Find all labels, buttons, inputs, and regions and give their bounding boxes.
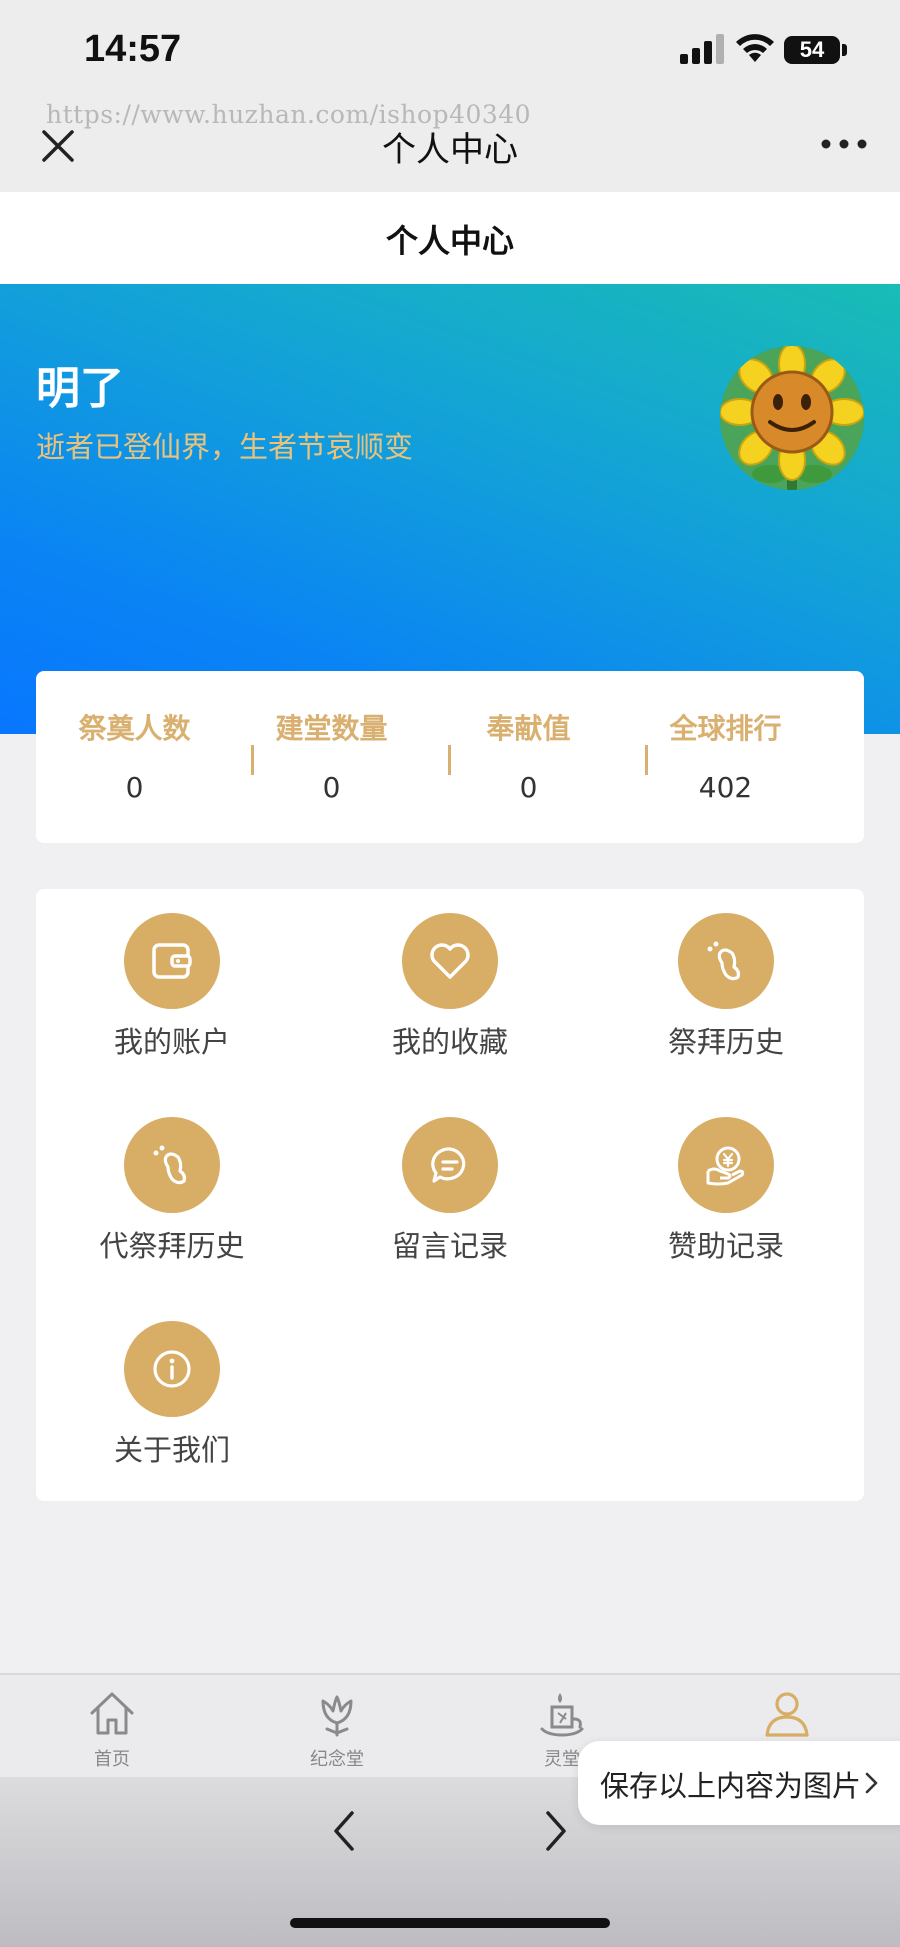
flower-icon xyxy=(321,1695,353,1737)
heart-icon xyxy=(402,913,498,1009)
stat-mourners[interactable]: 祭奠人数 0 xyxy=(36,671,233,843)
home-icon xyxy=(90,1692,134,1735)
menu-item-proxy-worship-history[interactable]: 代祭拜历史 xyxy=(72,1093,272,1263)
more-icon[interactable] xyxy=(820,136,868,152)
stat-global-rank[interactable]: 全球排行 402 xyxy=(627,671,824,843)
sunflower-avatar-icon xyxy=(720,346,864,490)
menu-item-message-records[interactable]: 留言记录 xyxy=(350,1093,550,1263)
menu-label: 祭拜历史 xyxy=(667,1025,784,1059)
tab-label: 纪念堂 xyxy=(310,1749,364,1770)
home-indicator xyxy=(290,1918,610,1928)
status-time: 14:57 xyxy=(84,28,182,70)
yen-hand-icon xyxy=(678,1117,774,1213)
tab-home[interactable]: 首页 xyxy=(47,1689,177,1779)
footprint-icon xyxy=(124,1117,220,1213)
user-icon xyxy=(765,1692,809,1737)
battery-icon: 54 xyxy=(784,36,840,64)
stat-label: 祭奠人数 xyxy=(78,712,191,745)
footprint-icon xyxy=(678,913,774,1009)
stat-value: 0 xyxy=(519,771,538,804)
menu-item-sponsor-records[interactable]: 赞助记录 xyxy=(626,1093,826,1263)
profile-hero: 明了 逝者已登仙界，生者节哀顺变 xyxy=(0,284,900,734)
forward-icon[interactable] xyxy=(542,1807,570,1855)
user-name: 明了 xyxy=(36,363,124,414)
stat-label: 全球排行 xyxy=(669,712,782,745)
stat-label: 奉献值 xyxy=(486,712,571,745)
menu-label: 我的收藏 xyxy=(391,1025,508,1059)
wifi-icon xyxy=(736,34,774,62)
tab-memorial-hall[interactable]: 纪念堂 xyxy=(272,1689,402,1779)
menu-label: 赞助记录 xyxy=(667,1229,784,1263)
save-as-image-button[interactable]: 保存以上内容为图片 xyxy=(578,1741,900,1825)
page-title: 个人中心 xyxy=(385,222,514,260)
menu-label: 代祭拜历史 xyxy=(99,1229,245,1263)
battery-tip xyxy=(842,44,847,56)
menu-label: 关于我们 xyxy=(113,1433,230,1467)
stat-halls[interactable]: 建堂数量 0 xyxy=(233,671,430,843)
chevron-right-icon xyxy=(865,1772,878,1794)
chat-bubble-icon xyxy=(402,1117,498,1213)
menu-label: 留言记录 xyxy=(391,1229,508,1263)
candle-icon xyxy=(540,1693,584,1737)
menu-item-my-account[interactable]: 我的账户 xyxy=(72,889,272,1059)
stat-contribution[interactable]: 奉献值 0 xyxy=(430,671,627,843)
save-toast-label: 保存以上内容为图片 xyxy=(600,1769,862,1803)
stat-value: 402 xyxy=(698,771,753,804)
status-bar: 14:57 54 xyxy=(0,0,900,96)
wallet-icon xyxy=(124,913,220,1009)
tab-label: 首页 xyxy=(94,1749,130,1770)
avatar[interactable] xyxy=(720,346,864,490)
signal-icon xyxy=(680,34,724,64)
menu-item-about-us[interactable]: 关于我们 xyxy=(72,1297,272,1467)
nav-title: 个人中心 xyxy=(382,130,518,170)
nav-bar: https://www.huzhan.com/ishop40340 个人中心 xyxy=(0,96,900,192)
stats-card: 祭奠人数 0 建堂数量 0 奉献值 0 全球排行 402 xyxy=(36,671,864,843)
menu-label: 我的账户 xyxy=(113,1025,230,1059)
stat-label: 建堂数量 xyxy=(275,712,388,745)
user-motto: 逝者已登仙界，生者节哀顺变 xyxy=(36,430,414,464)
menu-card: 我的账户 我的收藏 祭拜历史 代祭拜历史 留言记录 赞助记录 关于我们 xyxy=(36,889,864,1501)
stat-value: 0 xyxy=(125,771,144,804)
back-icon[interactable] xyxy=(330,1807,358,1855)
stat-value: 0 xyxy=(322,771,341,804)
info-icon xyxy=(124,1321,220,1417)
page-header: 个人中心 xyxy=(0,192,900,284)
menu-item-my-favorites[interactable]: 我的收藏 xyxy=(350,889,550,1059)
menu-item-worship-history[interactable]: 祭拜历史 xyxy=(626,889,826,1059)
